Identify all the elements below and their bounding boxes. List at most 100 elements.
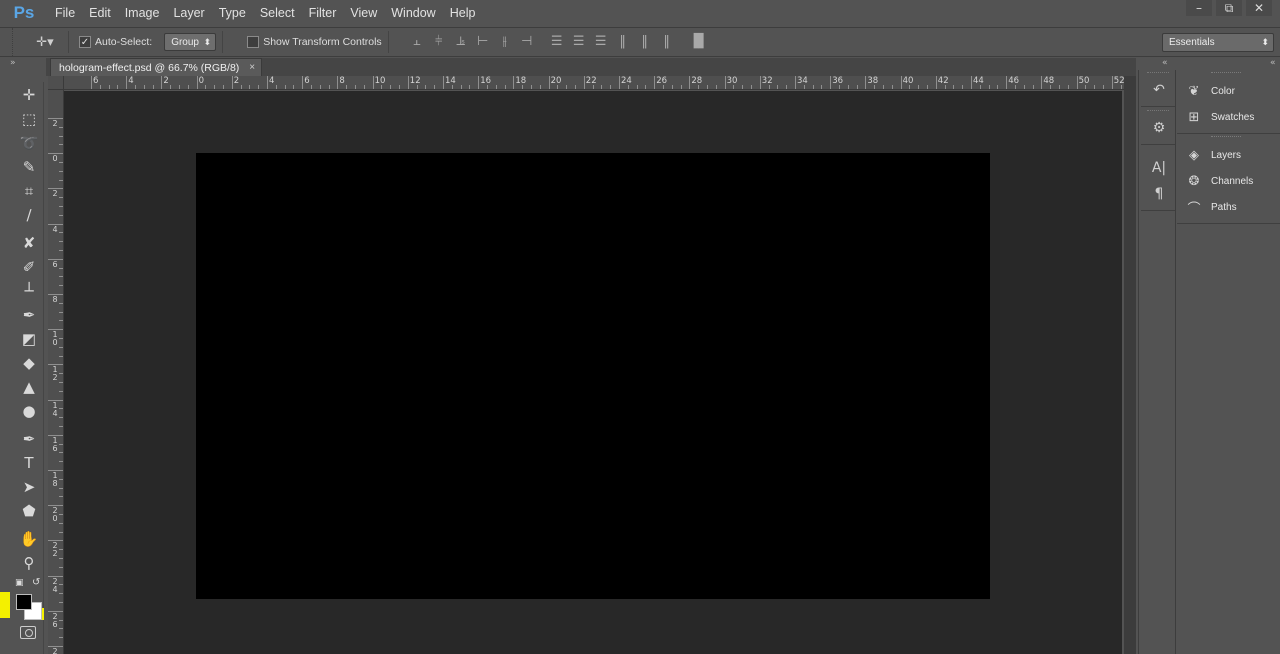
horizontal-ruler[interactable]: 6 4 2 0 2 4 6 8 10 12 14 16 18 20 22 24 26 28 30 32 34 36 38 40… xyxy=(64,76,1124,90)
auto-select-checkbox[interactable]: ✓ xyxy=(79,36,91,48)
tools-collapse-icon[interactable]: » xyxy=(10,58,16,68)
default-colors-icon[interactable]: ▣ xyxy=(15,578,24,588)
strip-grip[interactable] xyxy=(1147,72,1169,75)
ruler-minor-tick xyxy=(1094,85,1096,89)
quick-mask-icon[interactable] xyxy=(20,626,36,639)
menu-image[interactable]: Image xyxy=(118,0,167,26)
menu-select[interactable]: Select xyxy=(253,0,302,26)
ruler-origin[interactable] xyxy=(48,76,64,90)
move-tool-icon[interactable]: ✛ xyxy=(16,84,42,106)
menu-type[interactable]: Type xyxy=(212,0,253,26)
shape-tool-icon[interactable]: ⬟ xyxy=(16,500,42,522)
align-right-icon[interactable]: ⊣ xyxy=(519,34,535,50)
history-brush-tool-icon[interactable]: ✒ xyxy=(16,304,42,326)
ruler-minor-tick xyxy=(59,126,63,128)
distribute-right-icon[interactable]: ‖ xyxy=(659,34,675,50)
ruler-minor-tick xyxy=(59,566,63,568)
close-tab-icon[interactable]: × xyxy=(249,62,255,73)
hand-tool-icon[interactable]: ✋ xyxy=(16,528,42,550)
panel-paths[interactable]: ⌒ Paths xyxy=(1185,197,1236,217)
strip-collapse-icon[interactable]: « xyxy=(1162,58,1168,68)
clone-stamp-tool-icon[interactable]: ┴ xyxy=(16,280,42,302)
zoom-tool-icon[interactable]: ⚲ xyxy=(16,552,42,574)
align-vertical-center-icon[interactable]: ⫩ xyxy=(431,34,447,50)
move-tool-preset-icon[interactable]: ✛▾ xyxy=(28,31,62,53)
panel-label: Swatches xyxy=(1211,111,1255,123)
ruler-label: 42 xyxy=(937,76,949,86)
menu-help[interactable]: Help xyxy=(443,0,483,26)
panels-collapse-icon[interactable]: « xyxy=(1270,58,1276,68)
pen-tool-icon[interactable]: ✒ xyxy=(16,428,42,450)
align-left-icon[interactable]: ⊢ xyxy=(475,34,491,50)
foreground-color-swatch[interactable] xyxy=(16,594,32,610)
document-tab[interactable]: hologram-effect.psd @ 66.7% (RGB/8) × xyxy=(50,58,263,76)
marquee-tool-icon[interactable]: ⬚ xyxy=(16,108,42,130)
eraser-tool-icon[interactable]: ◩ xyxy=(16,328,42,350)
distribute-bottom-icon[interactable]: ☰ xyxy=(593,34,609,50)
show-transform-checkbox[interactable] xyxy=(247,36,260,48)
pasteboard[interactable] xyxy=(64,91,1122,654)
lasso-tool-icon[interactable]: ➰ xyxy=(16,132,42,154)
align-horizontal-center-icon[interactable]: ⫲ xyxy=(497,34,513,50)
properties-panel-icon[interactable]: ⚙ xyxy=(1149,118,1169,138)
panel-grip[interactable] xyxy=(1211,72,1241,75)
path-selection-tool-icon[interactable]: ➤ xyxy=(16,476,42,498)
ruler-label: 2 xyxy=(52,189,58,199)
menu-layer[interactable]: Layer xyxy=(166,0,211,26)
panel-layers[interactable]: ◈ Layers xyxy=(1185,145,1241,165)
distribute-left-icon[interactable]: ‖ xyxy=(615,34,631,50)
eyedropper-tool-icon[interactable]: ∕ xyxy=(16,204,42,226)
vertical-scrollbar[interactable] xyxy=(1124,76,1136,654)
panel-swatches[interactable]: ⊞ Swatches xyxy=(1185,107,1255,127)
dodge-tool-icon[interactable]: ● xyxy=(16,400,42,422)
auto-select-target-dropdown[interactable]: Group xyxy=(164,33,217,51)
align-bottom-icon[interactable]: ⫡ xyxy=(453,34,469,50)
panel-grip[interactable] xyxy=(1211,136,1241,139)
brush-tool-icon[interactable]: ✐ xyxy=(16,256,42,278)
align-top-icon[interactable]: ⫠ xyxy=(409,34,425,50)
ruler-minor-tick xyxy=(59,276,63,278)
history-panel-icon[interactable]: ↶ xyxy=(1149,80,1169,100)
vertical-ruler[interactable]: 2 0 2 4 6 8 10 12 14 16 18 20 22 24 26 2 xyxy=(48,90,64,654)
strip-separator xyxy=(1141,106,1175,107)
ruler-minor-tick xyxy=(1067,85,1069,89)
menu-filter[interactable]: Filter xyxy=(302,0,344,26)
menu-edit[interactable]: Edit xyxy=(82,0,118,26)
strip-grip[interactable] xyxy=(1147,110,1169,113)
auto-align-layers-icon[interactable]: ▐▌ xyxy=(689,34,709,50)
menu-file[interactable]: File xyxy=(48,0,82,26)
healing-brush-tool-icon[interactable]: ✘ xyxy=(16,232,42,254)
distribute-vertical-center-icon[interactable]: ☰ xyxy=(571,34,587,50)
panel-color[interactable]: ❦ Color xyxy=(1185,81,1235,101)
close-window-button[interactable]: ✕ xyxy=(1246,0,1272,16)
options-bar-grip[interactable] xyxy=(12,28,28,56)
swap-colors-icon[interactable]: ↺ xyxy=(32,577,40,588)
paragraph-panel-icon[interactable]: ¶ xyxy=(1149,184,1169,204)
minimize-button[interactable]: – xyxy=(1186,0,1212,16)
character-panel-icon[interactable]: A| xyxy=(1149,158,1169,178)
document-tab-title: hologram-effect.psd @ 66.7% (RGB/8) xyxy=(59,61,240,74)
type-tool-icon[interactable]: T xyxy=(16,452,42,474)
auto-select-control[interactable]: ✓ Auto-Select: xyxy=(79,36,152,48)
ruler-minor-tick xyxy=(319,85,321,89)
blur-tool-icon[interactable]: ▲ xyxy=(16,376,42,398)
crop-tool-icon[interactable]: ⌗ xyxy=(16,180,42,202)
menu-view[interactable]: View xyxy=(343,0,384,26)
ruler-minor-tick xyxy=(214,85,216,89)
distribute-top-icon[interactable]: ☰ xyxy=(549,34,565,50)
ruler-minor-tick xyxy=(416,85,418,89)
ruler-label: 34 xyxy=(797,76,808,86)
distribute-horizontal-center-icon[interactable]: ‖ xyxy=(637,34,653,50)
show-transform-control[interactable]: Show Transform Controls xyxy=(247,36,382,48)
ruler-label: 6 xyxy=(93,76,99,86)
quick-selection-tool-icon[interactable]: ✎ xyxy=(16,156,42,178)
distribute-buttons: ☰ ☰ ☰ ‖ ‖ ‖ xyxy=(549,34,675,50)
ruler-minor-tick xyxy=(59,206,63,207)
paint-bucket-tool-icon[interactable]: ◆ xyxy=(16,352,42,374)
menu-window[interactable]: Window xyxy=(384,0,442,26)
panel-channels[interactable]: ❂ Channels xyxy=(1185,171,1254,191)
ruler-minor-tick xyxy=(909,85,911,89)
restore-button[interactable]: ⧉ xyxy=(1216,0,1242,16)
workspace-dropdown[interactable]: Essentials xyxy=(1162,33,1274,52)
document-canvas[interactable] xyxy=(196,153,990,599)
